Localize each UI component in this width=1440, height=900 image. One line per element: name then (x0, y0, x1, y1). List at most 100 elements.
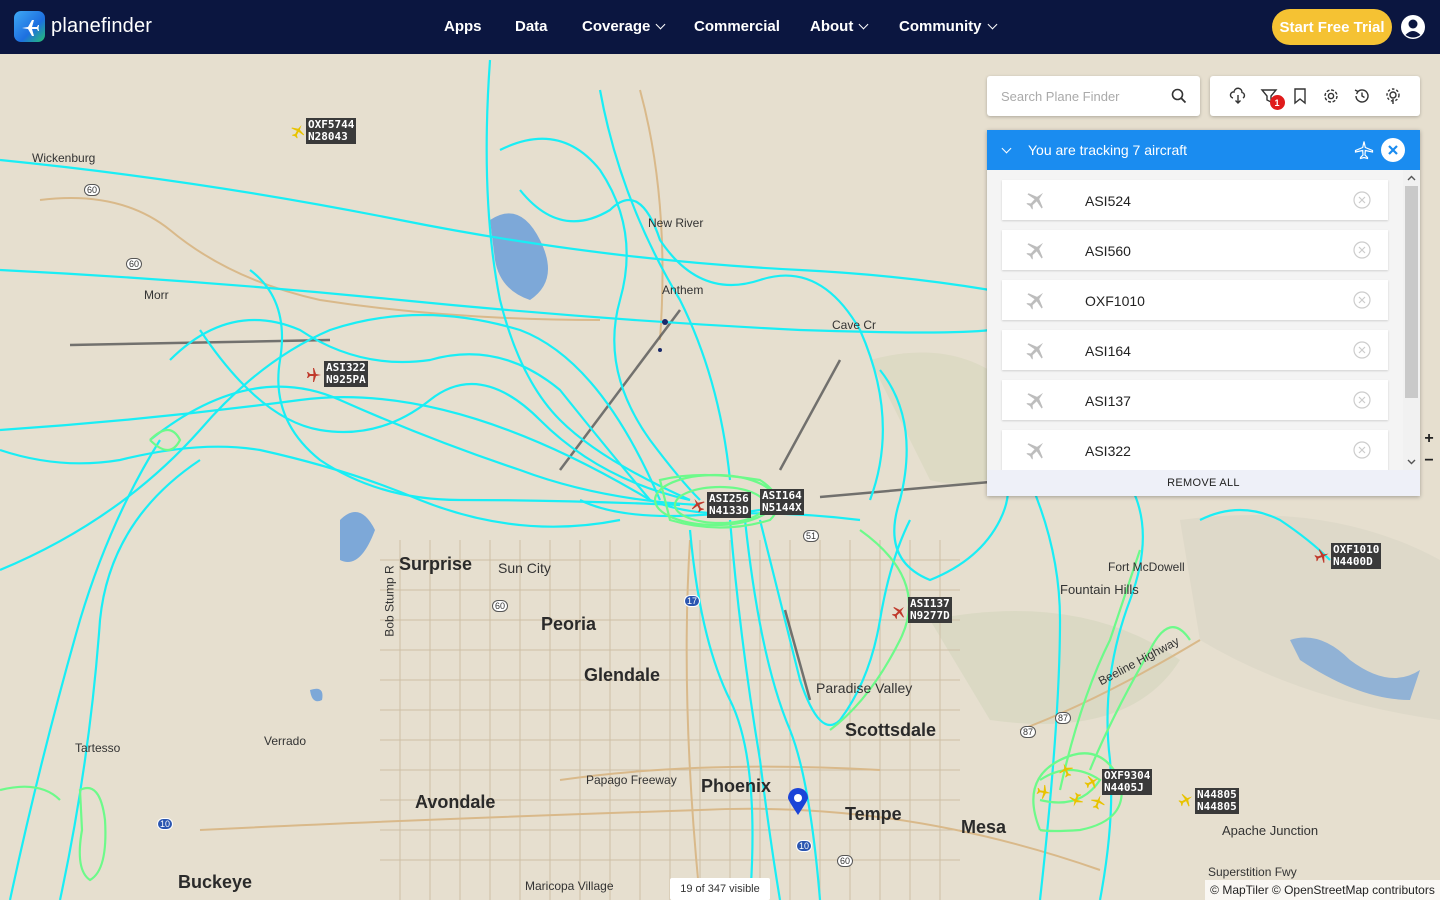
scroll-down-icon[interactable] (1406, 456, 1417, 467)
route-shield: 51 (803, 530, 820, 542)
aircraft-registration: N4400D (1333, 555, 1373, 568)
map-attribution[interactable]: © MapTiler © OpenStreetMap contributors (1205, 880, 1440, 900)
tracking-scrollbar[interactable] (1403, 170, 1420, 470)
nav-commercial-label: Commercial (694, 18, 780, 35)
tracked-item-asi322[interactable]: ASI322 (1002, 430, 1388, 470)
remove-tracked-icon[interactable] (1353, 341, 1371, 359)
city-glendale: Glendale (584, 665, 661, 685)
route-shield: 10 (796, 840, 813, 852)
aircraft-red-icon (891, 607, 904, 620)
tracked-callsign: ASI524 (1085, 193, 1131, 209)
zoom-in-button[interactable]: + (1418, 428, 1440, 450)
tracking-panel: You are tracking 7 aircraft ASI524 ASI56… (987, 130, 1420, 496)
nav-commercial[interactable]: Commercial (694, 18, 780, 35)
aircraft-yellow-icon (1036, 784, 1051, 799)
airplane-icon (1026, 242, 1044, 260)
route-shield: 87 (1020, 726, 1037, 738)
search-bar (987, 76, 1200, 116)
road-papago-freeway: Papago Freeway (586, 773, 677, 787)
aircraft-registration: N925PA (326, 373, 366, 386)
tracked-item-asi137[interactable]: ASI137 (1002, 380, 1388, 420)
aircraft-label: ASI164 N5144X (760, 489, 804, 515)
tracked-callsign: ASI164 (1085, 343, 1131, 359)
city-fountain-hills: Fountain Hills (1060, 582, 1139, 597)
aircraft-yellow-icon (1069, 792, 1083, 807)
aircraft-yellow-icon (1091, 795, 1105, 810)
aircraft-label: OXF5744 N28043 (306, 118, 357, 144)
city-tartesso: Tartesso (75, 741, 121, 755)
zoom-controls: + − (1418, 428, 1440, 472)
aircraft-label: ASI322 N925PA (324, 361, 368, 387)
start-free-trial-button[interactable]: Start Free Trial (1272, 9, 1392, 45)
tracked-item-asi524[interactable]: ASI524 (1002, 180, 1388, 220)
city-fort-mcdowell: Fort McDowell (1108, 560, 1185, 574)
nav-about[interactable]: About (810, 18, 869, 35)
route-shield: 17 (684, 595, 701, 607)
tracking-title: You are tracking 7 aircraft (1028, 142, 1188, 158)
remove-tracked-icon[interactable] (1353, 241, 1371, 259)
aircraft-yellow-icon (1178, 793, 1193, 807)
tracked-callsign: ASI322 (1085, 443, 1131, 459)
history-icon[interactable] (1353, 87, 1371, 105)
city-avondale: Avondale (415, 792, 496, 812)
nav-community[interactable]: Community (899, 18, 997, 35)
aircraft-registration: N4133D (709, 504, 749, 517)
city-tempe: Tempe (845, 804, 902, 824)
scroll-thumb[interactable] (1405, 186, 1418, 398)
route-shield: 87 (1055, 712, 1072, 724)
road-superstition-fwy: Superstition Fwy (1208, 865, 1297, 879)
remove-tracked-icon[interactable] (1353, 391, 1371, 409)
filter-badge: 1 (1269, 95, 1285, 110)
route-shield: 60 (84, 184, 101, 196)
chevron-down-icon (858, 19, 869, 30)
logo-text: planefinder (51, 15, 152, 38)
planefinder-logo[interactable]: planefinder (14, 11, 152, 42)
close-icon (1388, 145, 1398, 155)
city-peoria: Peoria (541, 614, 597, 634)
airplane-icon (1026, 392, 1044, 410)
tracked-item-asi164[interactable]: ASI164 (1002, 330, 1388, 370)
nav-data[interactable]: Data (515, 18, 548, 35)
tracked-item-asi560[interactable]: ASI560 (1002, 230, 1388, 270)
scroll-up-icon[interactable] (1406, 173, 1417, 184)
main-nav: Apps Data Coverage Commercial About Comm… (0, 0, 1440, 54)
collapse-chevron-icon[interactable] (1001, 143, 1012, 153)
airplane-outline-icon[interactable] (1354, 140, 1374, 160)
tracked-item-oxf1010[interactable]: OXF1010 (1002, 280, 1388, 320)
airplane-icon (1026, 342, 1044, 360)
close-tracking-button[interactable] (1381, 138, 1405, 162)
aircraft-registration: N5144X (762, 501, 802, 514)
chevron-down-icon (987, 19, 997, 30)
aircraft-registration: N4405J (1104, 781, 1144, 794)
city-morristown: Morr (144, 288, 169, 302)
city-mesa: Mesa (961, 817, 1007, 837)
zoom-out-button[interactable]: − (1418, 450, 1440, 472)
aircraft-label: OXF9304 N4405J (1102, 769, 1153, 795)
weather-settings-icon[interactable] (1384, 87, 1402, 105)
aircraft-yellow-icon (1084, 775, 1099, 789)
aircraft-label: N44805 N44805 (1195, 788, 1239, 814)
weather-icon[interactable] (1229, 87, 1247, 105)
bookmark-icon[interactable] (1291, 87, 1309, 105)
airplane-icon (1026, 292, 1044, 310)
remove-tracked-icon[interactable] (1353, 441, 1371, 459)
tracking-header[interactable]: You are tracking 7 aircraft (987, 130, 1420, 170)
logo-plane-icon (14, 11, 45, 42)
settings-icon[interactable] (1322, 87, 1340, 105)
search-icon[interactable] (1171, 88, 1187, 104)
airplane-icon (1026, 442, 1044, 460)
filter-icon[interactable]: 1 (1260, 87, 1285, 110)
remove-all-button[interactable]: REMOVE ALL (987, 470, 1420, 496)
user-account-icon[interactable] (1400, 14, 1426, 40)
chevron-down-icon (655, 19, 666, 30)
visible-aircraft-count: 19 of 347 visible (670, 878, 770, 900)
remove-tracked-icon[interactable] (1353, 191, 1371, 209)
tracked-aircraft-list[interactable]: ASI524 ASI560 OXF1010 ASI164 ASI137 ASI3… (987, 170, 1403, 470)
nav-coverage[interactable]: Coverage (582, 18, 666, 35)
nav-apps[interactable]: Apps (444, 18, 482, 35)
aircraft-registration: N28043 (308, 130, 348, 143)
remove-tracked-icon[interactable] (1353, 291, 1371, 309)
search-input[interactable] (1001, 88, 1161, 104)
tracked-callsign: OXF1010 (1085, 293, 1145, 309)
nav-about-label: About (810, 18, 854, 35)
